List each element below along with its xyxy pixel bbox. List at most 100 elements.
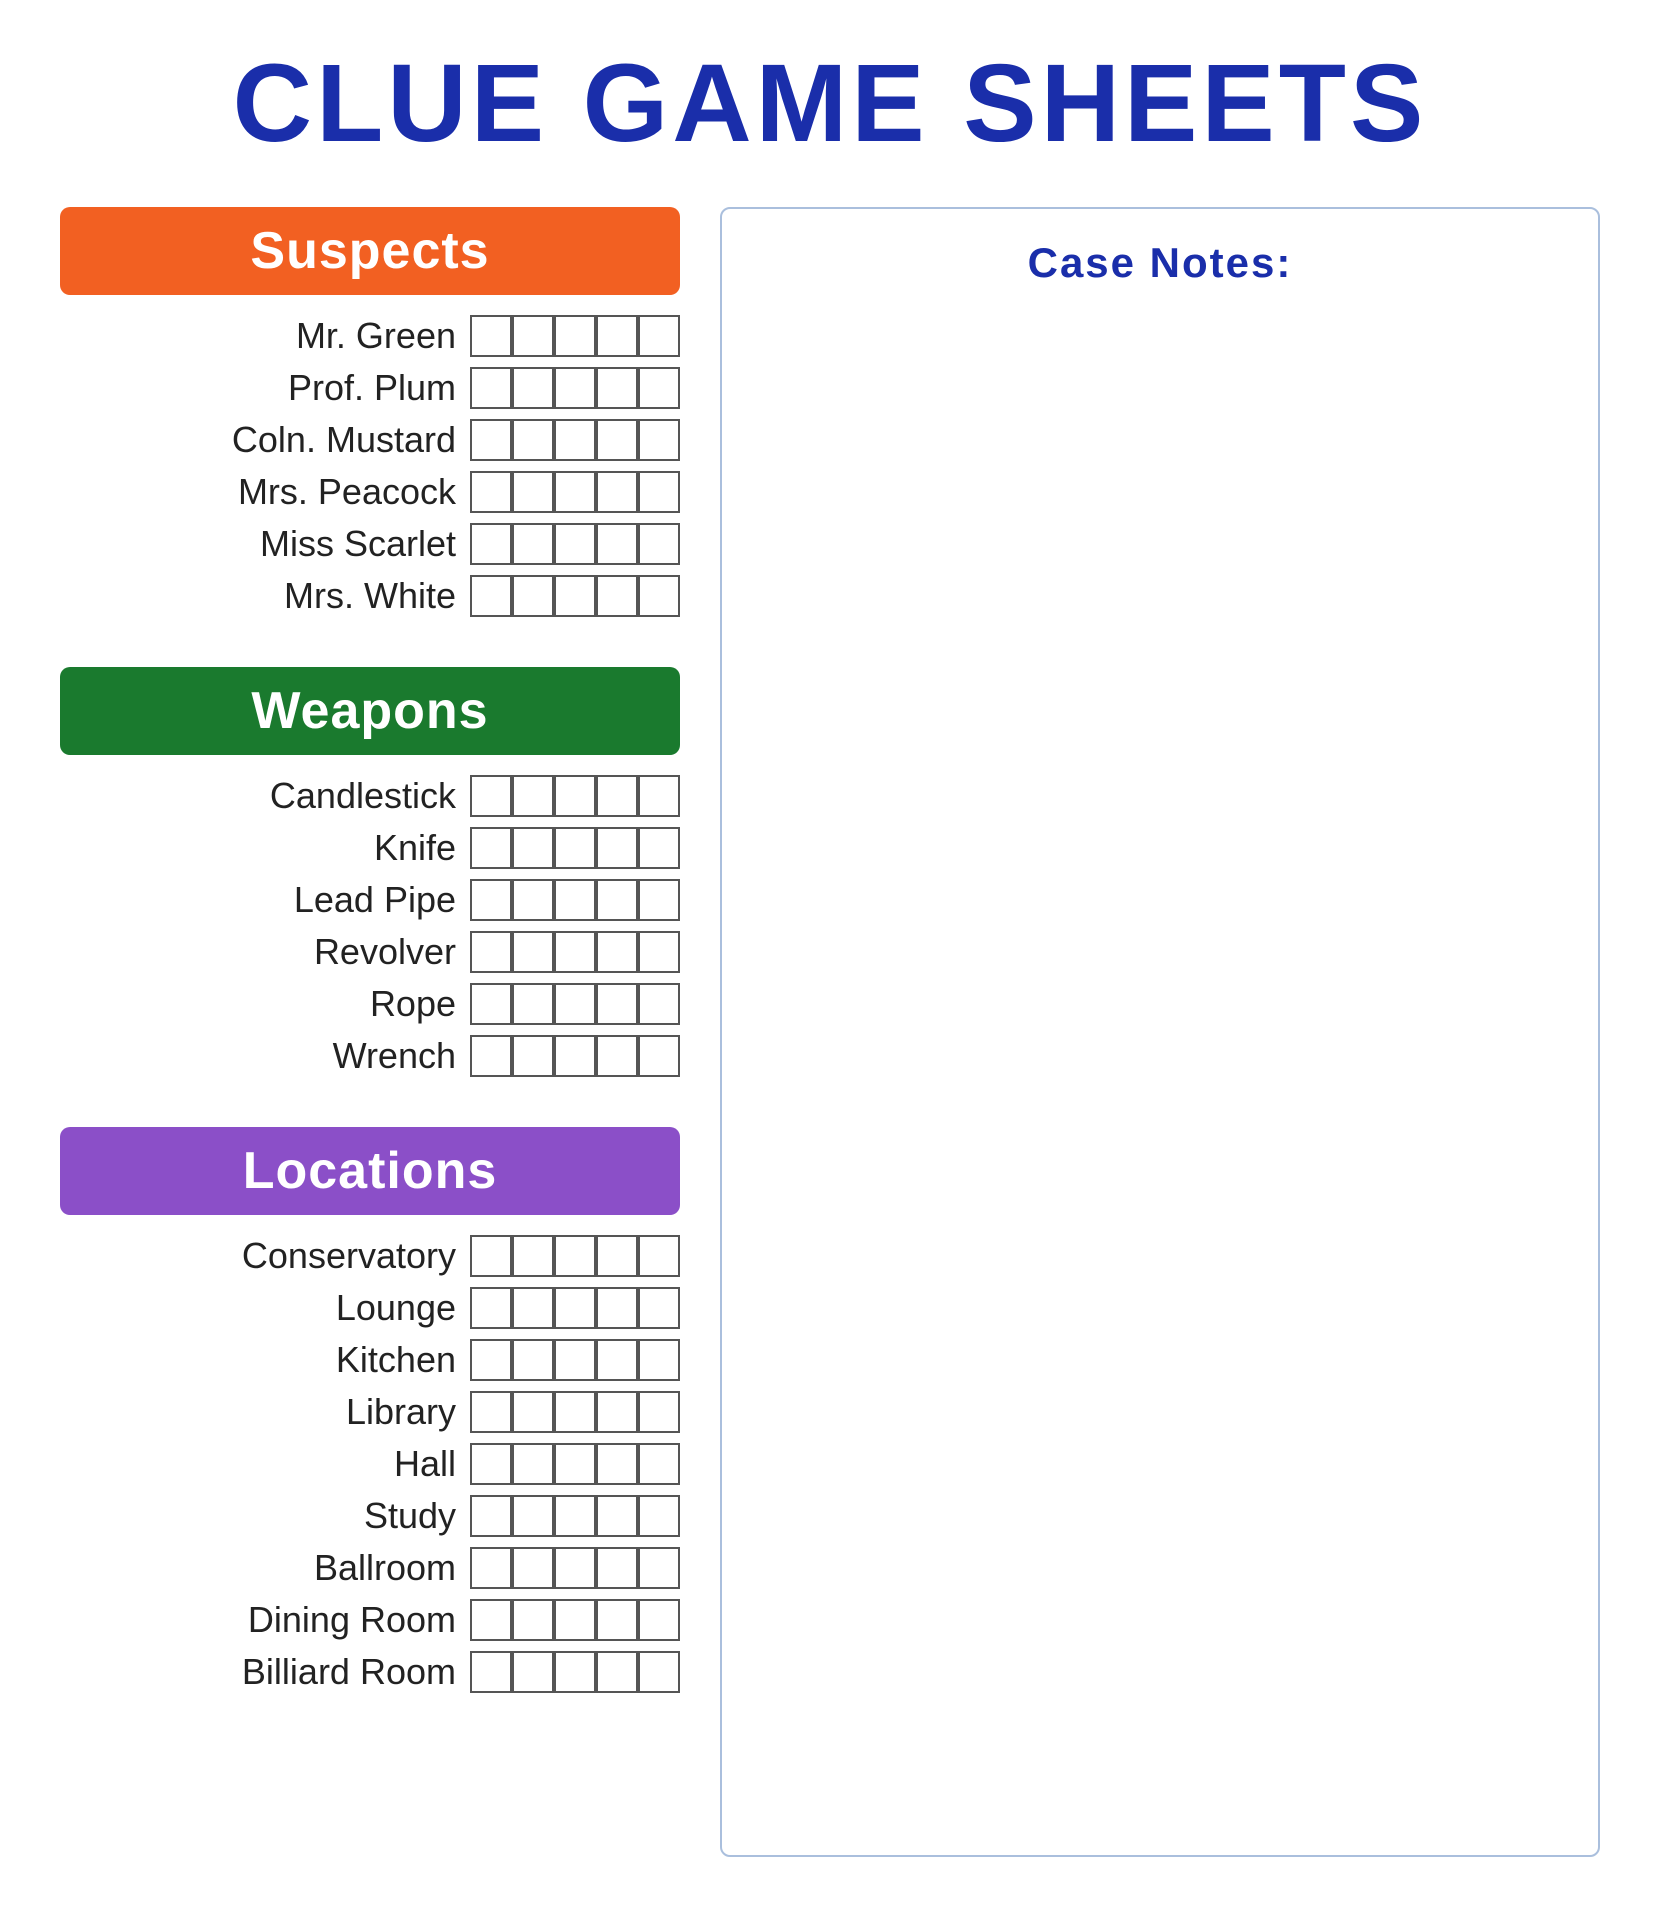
checkbox[interactable] bbox=[512, 419, 554, 461]
checkbox[interactable] bbox=[470, 1443, 512, 1485]
checkbox[interactable] bbox=[638, 1235, 680, 1277]
checkbox[interactable] bbox=[638, 1443, 680, 1485]
case-notes-textarea[interactable] bbox=[762, 307, 1558, 1807]
checkbox[interactable] bbox=[512, 931, 554, 973]
checkbox[interactable] bbox=[638, 367, 680, 409]
checkbox[interactable] bbox=[554, 471, 596, 513]
checkbox[interactable] bbox=[596, 1339, 638, 1381]
checkbox[interactable] bbox=[638, 931, 680, 973]
checkbox[interactable] bbox=[470, 1651, 512, 1693]
checkbox[interactable] bbox=[638, 1495, 680, 1537]
checkbox[interactable] bbox=[554, 931, 596, 973]
checkbox[interactable] bbox=[554, 1235, 596, 1277]
checkbox[interactable] bbox=[554, 775, 596, 817]
checkbox[interactable] bbox=[470, 1495, 512, 1537]
checkbox[interactable] bbox=[512, 471, 554, 513]
checkbox[interactable] bbox=[554, 1599, 596, 1641]
checkbox[interactable] bbox=[596, 1391, 638, 1433]
checkbox[interactable] bbox=[512, 879, 554, 921]
checkbox[interactable] bbox=[596, 367, 638, 409]
checkbox[interactable] bbox=[596, 575, 638, 617]
checkbox[interactable] bbox=[512, 1339, 554, 1381]
checkbox[interactable] bbox=[554, 1339, 596, 1381]
checkbox[interactable] bbox=[596, 523, 638, 565]
checkbox[interactable] bbox=[512, 367, 554, 409]
checkbox[interactable] bbox=[554, 1035, 596, 1077]
checkbox[interactable] bbox=[554, 1391, 596, 1433]
checkbox[interactable] bbox=[554, 575, 596, 617]
checkbox[interactable] bbox=[470, 575, 512, 617]
checkbox[interactable] bbox=[470, 1035, 512, 1077]
checkbox[interactable] bbox=[470, 1391, 512, 1433]
checkbox[interactable] bbox=[596, 1287, 638, 1329]
checkbox[interactable] bbox=[596, 1443, 638, 1485]
checkbox[interactable] bbox=[554, 1651, 596, 1693]
checkbox[interactable] bbox=[638, 1339, 680, 1381]
checkbox[interactable] bbox=[512, 983, 554, 1025]
checkbox[interactable] bbox=[554, 983, 596, 1025]
checkbox[interactable] bbox=[512, 775, 554, 817]
checkbox[interactable] bbox=[554, 1495, 596, 1537]
checkbox[interactable] bbox=[470, 419, 512, 461]
checkbox[interactable] bbox=[470, 1547, 512, 1589]
checkbox[interactable] bbox=[554, 1547, 596, 1589]
checkbox[interactable] bbox=[596, 931, 638, 973]
checkbox[interactable] bbox=[512, 1547, 554, 1589]
checkbox[interactable] bbox=[470, 471, 512, 513]
checkbox[interactable] bbox=[638, 419, 680, 461]
checkbox[interactable] bbox=[470, 775, 512, 817]
checkbox[interactable] bbox=[470, 983, 512, 1025]
checkbox[interactable] bbox=[512, 1443, 554, 1485]
checkbox[interactable] bbox=[638, 523, 680, 565]
checkbox[interactable] bbox=[638, 1391, 680, 1433]
checkbox[interactable] bbox=[470, 827, 512, 869]
checkbox[interactable] bbox=[512, 827, 554, 869]
checkbox[interactable] bbox=[596, 1235, 638, 1277]
checkbox[interactable] bbox=[470, 1287, 512, 1329]
checkbox[interactable] bbox=[638, 315, 680, 357]
checkbox[interactable] bbox=[512, 315, 554, 357]
checkbox[interactable] bbox=[512, 1599, 554, 1641]
checkbox[interactable] bbox=[512, 1391, 554, 1433]
checkbox[interactable] bbox=[638, 1599, 680, 1641]
checkbox[interactable] bbox=[638, 827, 680, 869]
checkbox[interactable] bbox=[638, 983, 680, 1025]
checkbox[interactable] bbox=[638, 775, 680, 817]
checkbox[interactable] bbox=[470, 1339, 512, 1381]
checkbox[interactable] bbox=[596, 1547, 638, 1589]
checkbox[interactable] bbox=[512, 1235, 554, 1277]
checkbox[interactable] bbox=[638, 879, 680, 921]
checkbox[interactable] bbox=[470, 367, 512, 409]
checkbox[interactable] bbox=[596, 315, 638, 357]
checkbox[interactable] bbox=[554, 1443, 596, 1485]
checkbox[interactable] bbox=[512, 1495, 554, 1537]
checkbox[interactable] bbox=[638, 471, 680, 513]
checkbox[interactable] bbox=[554, 419, 596, 461]
checkbox[interactable] bbox=[512, 1287, 554, 1329]
checkbox[interactable] bbox=[554, 879, 596, 921]
checkbox[interactable] bbox=[470, 1599, 512, 1641]
checkbox[interactable] bbox=[638, 1651, 680, 1693]
checkbox[interactable] bbox=[554, 315, 596, 357]
checkbox[interactable] bbox=[596, 1495, 638, 1537]
checkbox[interactable] bbox=[596, 471, 638, 513]
checkbox[interactable] bbox=[596, 775, 638, 817]
checkbox[interactable] bbox=[638, 575, 680, 617]
checkbox[interactable] bbox=[638, 1035, 680, 1077]
checkbox[interactable] bbox=[596, 879, 638, 921]
checkbox[interactable] bbox=[512, 1651, 554, 1693]
checkbox[interactable] bbox=[638, 1287, 680, 1329]
checkbox[interactable] bbox=[554, 523, 596, 565]
checkbox[interactable] bbox=[596, 1599, 638, 1641]
checkbox[interactable] bbox=[512, 575, 554, 617]
checkbox[interactable] bbox=[638, 1547, 680, 1589]
checkbox[interactable] bbox=[470, 523, 512, 565]
checkbox[interactable] bbox=[596, 983, 638, 1025]
checkbox[interactable] bbox=[596, 1651, 638, 1693]
checkbox[interactable] bbox=[470, 879, 512, 921]
checkbox[interactable] bbox=[470, 1235, 512, 1277]
checkbox[interactable] bbox=[512, 1035, 554, 1077]
checkbox[interactable] bbox=[596, 419, 638, 461]
checkbox[interactable] bbox=[470, 315, 512, 357]
checkbox[interactable] bbox=[596, 1035, 638, 1077]
